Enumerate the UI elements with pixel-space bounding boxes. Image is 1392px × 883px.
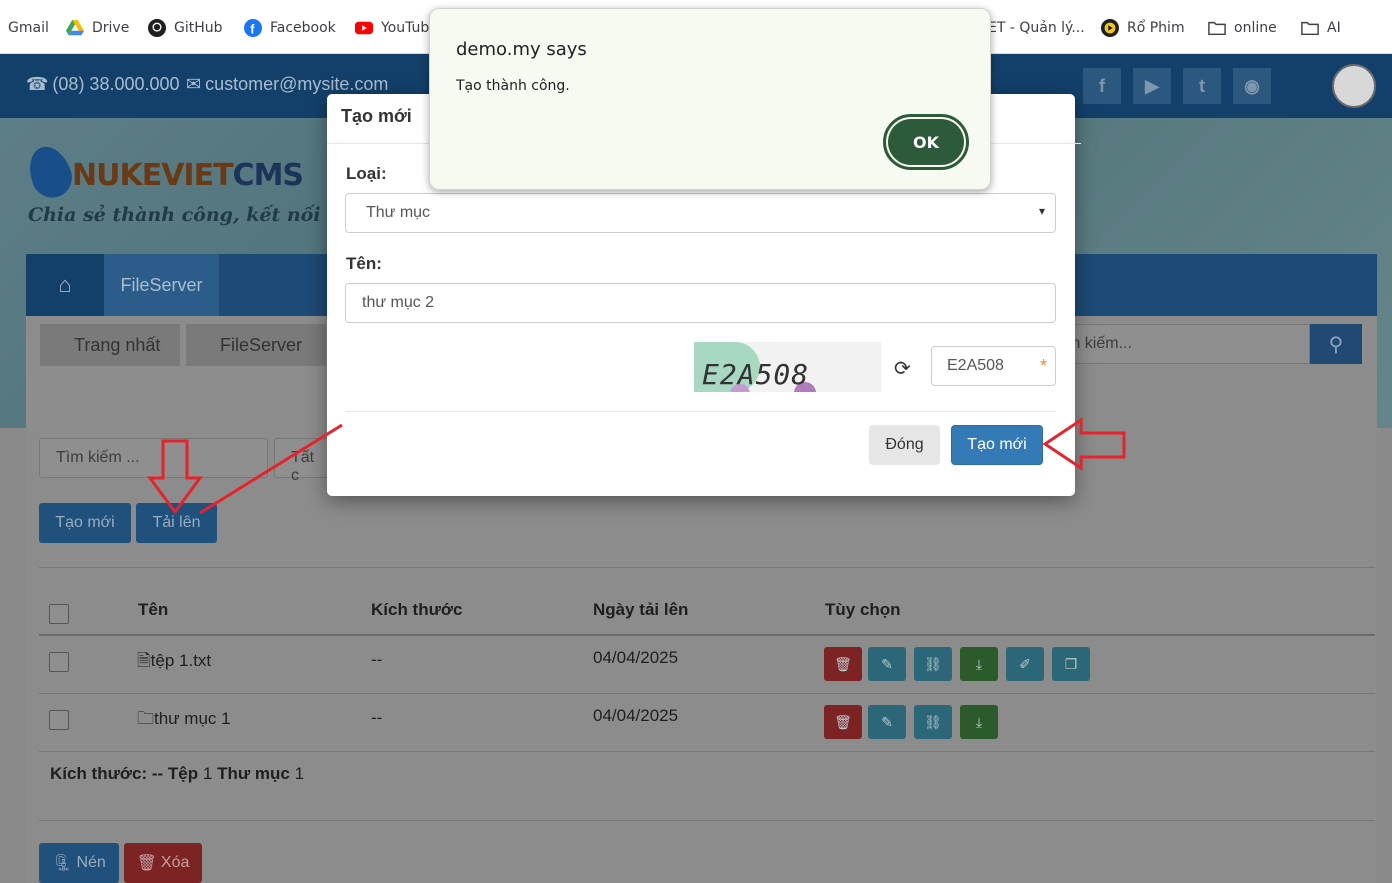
alert-title: demo.my says (456, 39, 587, 60)
select-all-checkbox[interactable] (49, 604, 69, 624)
name-input[interactable]: thư mục 2 (345, 283, 1056, 323)
table-row-date: 04/04/2025 (593, 706, 679, 725)
alert-message: Tạo thành công. (456, 78, 570, 94)
link-icon[interactable]: ⛓ (914, 647, 952, 681)
divider (39, 634, 1375, 636)
bookmark-facebook[interactable]: f Facebook (244, 17, 336, 39)
bookmark-youtube[interactable]: YouTub (355, 17, 429, 39)
rss-social-icon[interactable]: ◉ (1233, 68, 1271, 104)
table-row-date: 04/04/2025 (593, 648, 679, 667)
captcha-input[interactable]: E2A508 * (931, 346, 1056, 386)
upload-button[interactable]: Tải lên (136, 503, 217, 543)
create-button[interactable]: Tạo mới (39, 503, 131, 543)
name-label: Tên: (346, 254, 382, 273)
copy-icon[interactable]: ❐ (1052, 647, 1090, 681)
avatar[interactable] (1332, 64, 1376, 108)
table-summary: Kích thước: -- Tệp 1 Thư mục 1 (50, 764, 305, 783)
drive-icon (66, 19, 84, 36)
column-header-options: Tùy chọn (825, 600, 901, 619)
nav-item-fileserver[interactable]: FileServer (104, 254, 219, 316)
site-search-input[interactable]: m kiếm... (1052, 324, 1310, 364)
folder-icon (1208, 21, 1226, 36)
folder-icon (1301, 21, 1319, 36)
modal-title: Tạo mới (341, 106, 412, 126)
refresh-icon[interactable]: ⟳ (894, 356, 911, 381)
topbar-email[interactable]: ✉ customer@mysite.com (186, 74, 388, 95)
download-icon[interactable]: ⤓ (960, 705, 998, 739)
table-row-name[interactable]: 🗀thư mục 1 (137, 706, 231, 735)
divider (39, 567, 1375, 568)
table-row-size: -- (371, 708, 383, 727)
home-icon[interactable]: ⌂ (26, 254, 104, 316)
edit-icon[interactable]: ✎ (868, 647, 906, 681)
submit-create-button[interactable]: Tạo mới (951, 425, 1043, 465)
edit-icon[interactable]: ✎ (868, 705, 906, 739)
breadcrumb-fileserver[interactable]: FileServer (186, 324, 326, 366)
bookmark-rophim[interactable]: Rổ Phim (1101, 17, 1185, 39)
bookmark-drive[interactable]: Drive (66, 17, 129, 39)
divider (345, 411, 1056, 412)
divider (39, 693, 1375, 694)
divider (39, 751, 1375, 752)
trash-icon[interactable]: 🗑 (824, 705, 862, 739)
bookmark-ai[interactable]: AI (1301, 17, 1341, 39)
chevron-down-icon: ▾ (1038, 204, 1045, 218)
topbar-phone: ☎ (08) 38.000.000 (26, 74, 180, 94)
file-search-input[interactable]: Tìm kiếm ... (39, 438, 268, 478)
column-header-name[interactable]: Tên (138, 600, 168, 620)
bookmark-online[interactable]: online (1208, 17, 1277, 39)
film-icon (1101, 19, 1119, 37)
divider (39, 820, 1375, 821)
twitter-social-icon[interactable]: t (1183, 68, 1221, 104)
trash-icon: 🗑 (136, 855, 157, 872)
site-logo[interactable]: NUKEVIETCMS (72, 158, 304, 193)
youtube-icon (355, 21, 373, 35)
envelope-icon: ✉ (186, 74, 202, 94)
archive-icon: 🗜 (52, 855, 73, 872)
required-icon: * (1039, 356, 1047, 376)
type-select[interactable]: Thư mục ▾ (345, 193, 1056, 233)
bookmark-gmail[interactable]: Gmail (8, 17, 49, 39)
column-header-size[interactable]: Kích thước (371, 600, 462, 620)
folder-icon: 🗀 (137, 709, 154, 728)
row-checkbox[interactable] (49, 710, 69, 730)
table-row-name[interactable]: 🗎tệp 1.txt (137, 648, 211, 677)
bookmark-quanly[interactable]: ET - Quản lý... (988, 17, 1085, 39)
search-icon[interactable]: ⚲ (1310, 324, 1362, 364)
type-label: Loại: (346, 164, 387, 183)
facebook-icon: f (244, 19, 262, 37)
alert-ok-button[interactable]: OK (883, 114, 969, 170)
trash-icon[interactable]: 🗑 (824, 647, 862, 681)
column-header-date[interactable]: Ngày tải lên (593, 600, 688, 620)
file-icon: 🗎 (137, 651, 151, 670)
alert-dialog: demo.my says Tạo thành công. OK (429, 8, 991, 190)
bookmark-github[interactable]: GitHub (148, 17, 223, 39)
file-filter-select[interactable]: Tất c (274, 438, 334, 484)
captcha-image: E2A508 (694, 342, 881, 392)
table-row-size: -- (371, 650, 383, 669)
site-slogan: Chia sẻ thành công, kết nối đam (28, 204, 373, 226)
phone-icon: ☎ (26, 74, 49, 94)
compress-button[interactable]: 🗜 Nén (39, 843, 119, 883)
github-icon (148, 19, 166, 37)
delete-button[interactable]: 🗑 Xóa (124, 843, 202, 883)
breadcrumb-home[interactable]: Trang nhất (40, 324, 180, 366)
close-button[interactable]: Đóng (869, 425, 940, 465)
edit-file-icon[interactable]: ✐ (1006, 647, 1044, 681)
youtube-social-icon[interactable]: ▶ (1133, 68, 1171, 104)
row-checkbox[interactable] (49, 652, 69, 672)
link-icon[interactable]: ⛓ (914, 705, 952, 739)
facebook-social-icon[interactable]: f (1083, 68, 1121, 104)
download-icon[interactable]: ⤓ (960, 647, 998, 681)
